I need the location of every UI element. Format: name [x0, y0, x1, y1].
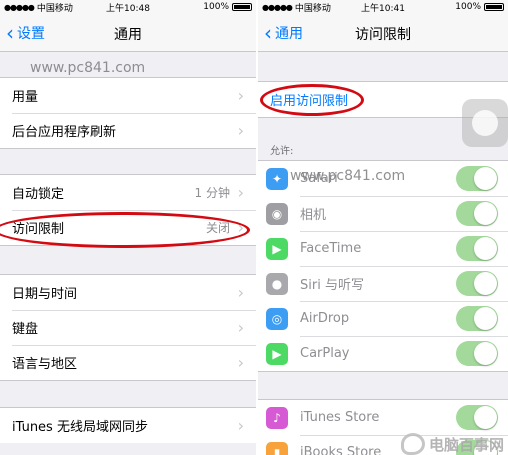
- auto-lock-row[interactable]: 自动锁定 1 分钟 ›: [0, 175, 256, 210]
- row-detail: 1 分钟: [194, 186, 230, 200]
- chevron-right-icon: ›: [237, 218, 244, 237]
- airdrop-icon: ◎: [266, 308, 288, 330]
- battery-icon: [232, 3, 252, 11]
- app-label: AirDrop: [300, 311, 350, 326]
- camera-icon: ◉: [266, 203, 288, 225]
- general-settings-screen: ●●●●● 中国移动 上午10:48 100% ‹ 设置 通用 www.pc84…: [0, 0, 256, 455]
- battery-percent: 100%: [203, 2, 229, 12]
- watermark: www.pc841.com: [290, 168, 406, 184]
- chevron-right-icon: ›: [237, 121, 244, 140]
- carplay-icon: ▶: [266, 343, 288, 365]
- app-row-camera: ◉ 相机: [258, 196, 508, 231]
- assistive-touch-button[interactable]: [462, 99, 508, 147]
- battery-icon: [484, 3, 504, 11]
- ibooks-icon: ▮: [266, 442, 288, 455]
- itunes-store-toggle[interactable]: [456, 405, 498, 430]
- lock-group: 自动锁定 1 分钟 › 访问限制 关闭 ›: [0, 174, 256, 246]
- page-title: 访问限制: [355, 27, 411, 43]
- safari-icon: ✦: [266, 168, 288, 190]
- itunes-icon: ♪: [266, 407, 288, 429]
- itunes-sync-group: iTunes 无线局域网同步 ›: [0, 407, 256, 443]
- app-row-itunes-store: ♪ iTunes Store: [258, 400, 508, 435]
- brand-text: 电脑百事网: [428, 435, 504, 454]
- row-label: 后台应用程序刷新: [12, 125, 117, 140]
- row-label: 日期与时间: [12, 287, 78, 302]
- row-label: 访问限制: [12, 222, 65, 237]
- background-refresh-row[interactable]: 后台应用程序刷新 ›: [0, 113, 256, 148]
- battery-percent: 100%: [455, 2, 481, 12]
- chevron-right-icon: ›: [237, 416, 244, 435]
- row-label: iTunes 无线局域网同步: [12, 420, 148, 435]
- language-region-row[interactable]: 语言与地区 ›: [0, 345, 256, 380]
- app-row-facetime: ▶ FaceTime: [258, 231, 508, 266]
- enable-restrictions-label: 启用访问限制: [270, 94, 349, 109]
- date-keyboard-group: 日期与时间 › 键盘 › 语言与地区 ›: [0, 274, 256, 381]
- status-bar: ●●●●● 中国移动 上午10:41 100%: [258, 0, 508, 14]
- chevron-right-icon: ›: [237, 283, 244, 302]
- watermark: www.pc841.com: [30, 60, 146, 76]
- airdrop-toggle[interactable]: [456, 306, 498, 331]
- facetime-toggle[interactable]: [456, 236, 498, 261]
- app-label: iTunes Store: [300, 410, 380, 425]
- restrictions-screen: ●●●●● 中国移动 上午10:41 100% ‹ 通用 访问限制 启用访问限制…: [258, 0, 508, 455]
- row-label: 自动锁定: [12, 187, 65, 202]
- microphone-icon: ●: [266, 273, 288, 295]
- row-label: 键盘: [12, 322, 39, 337]
- camera-toggle[interactable]: [456, 201, 498, 226]
- status-bar: ●●●●● 中国移动 上午10:48 100%: [0, 0, 256, 14]
- restrictions-row[interactable]: 访问限制 关闭 ›: [0, 210, 256, 245]
- keyboard-row[interactable]: 键盘 ›: [0, 310, 256, 345]
- row-detail: 关闭: [205, 221, 230, 235]
- usage-row[interactable]: 用量 ›: [0, 78, 256, 113]
- chevron-right-icon: ›: [237, 318, 244, 337]
- row-label: 语言与地区: [12, 357, 78, 372]
- chevron-right-icon: ›: [237, 86, 244, 105]
- carplay-toggle[interactable]: [456, 341, 498, 366]
- chevron-right-icon: ›: [237, 183, 244, 202]
- app-row-carplay: ▶ CarPlay: [258, 336, 508, 371]
- app-row-airdrop: ◎ AirDrop: [258, 301, 508, 336]
- navigation-bar: ‹ 通用 访问限制: [258, 14, 508, 52]
- siri-toggle[interactable]: [456, 271, 498, 296]
- app-row-siri: ● Siri 与听写: [258, 266, 508, 301]
- row-label: 用量: [12, 90, 39, 105]
- safari-toggle[interactable]: [456, 166, 498, 191]
- allow-section-label: 允许:: [270, 146, 294, 157]
- facetime-icon: ▶: [266, 238, 288, 260]
- app-label: iBooks Store: [300, 445, 382, 455]
- app-label: CarPlay: [300, 346, 350, 361]
- page-title: 通用: [114, 27, 142, 43]
- usage-group: 用量 › 后台应用程序刷新 ›: [0, 77, 256, 149]
- site-brand-watermark: 电脑百事网: [400, 433, 504, 455]
- app-label: 相机: [300, 208, 327, 223]
- date-time-row[interactable]: 日期与时间 ›: [0, 275, 256, 310]
- app-label: FaceTime: [300, 241, 362, 256]
- chevron-right-icon: ›: [237, 353, 244, 372]
- app-label: Siri 与听写: [300, 278, 364, 293]
- allowed-apps-group: ✦ Safari ◉ 相机 ▶ FaceTime ● Siri 与听写 ◎ Ai…: [258, 160, 508, 372]
- itunes-wifi-sync-row[interactable]: iTunes 无线局域网同步 ›: [0, 408, 256, 443]
- navigation-bar: ‹ 设置 通用: [0, 14, 256, 52]
- brand-logo-icon: [400, 433, 425, 455]
